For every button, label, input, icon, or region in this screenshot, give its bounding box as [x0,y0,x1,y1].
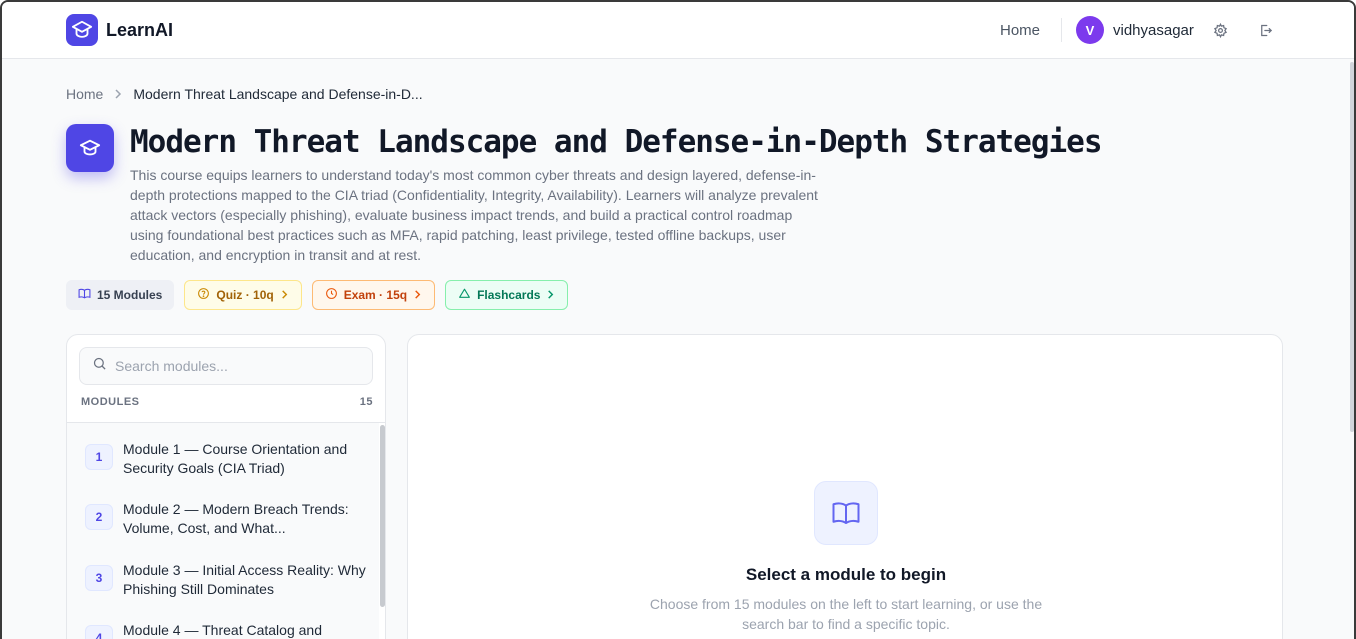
quiz-label: Quiz · 10q [216,288,274,302]
page-scrollbar[interactable] [1350,62,1354,432]
module-title: Module 4 — Threat Catalog and [123,622,322,638]
breadcrumb-home[interactable]: Home [66,86,103,102]
breadcrumb: Home Modern Threat Landscape and Defense… [66,86,423,102]
chevron-right-icon [280,288,289,302]
nav-divider [1061,18,1062,42]
book-icon [78,287,91,303]
avatar[interactable]: V [1076,16,1104,44]
module-number-badge: 3 [85,565,113,591]
module-number-badge: 1 [85,444,113,470]
modules-count-label: 15 Modules [97,288,163,302]
module-number-badge: 4 [85,625,113,639]
exam-button[interactable]: Exam · 15q [311,280,436,310]
modules-list: 1 Module 1 — Course Orientation and Secu… [67,423,379,639]
flashcards-label: Flashcards [477,288,541,302]
empty-state-text: Choose from 15 modules on the left to st… [649,596,1043,632]
triangle-icon [458,287,471,303]
breadcrumb-current: Modern Threat Landscape and Defense-in-D… [133,86,423,102]
quiz-button[interactable]: Quiz · 10q [184,280,302,310]
settings-icon[interactable] [1209,19,1231,41]
logout-icon[interactable] [1254,19,1276,41]
app-name[interactable]: LearnAI [106,20,173,41]
modules-header: MODULES 15 [81,396,373,408]
module-title: Module 3 — Initial Access Reality: Why P… [123,562,366,597]
modules-header-count: 15 [359,396,373,408]
chevron-right-icon [113,86,123,102]
list-item[interactable]: 2 Module 2 — Modern Breach Trends: Volum… [67,483,379,543]
search-input[interactable] [115,358,355,374]
module-title: Module 2 — Modern Breach Trends: Volume,… [123,501,349,536]
list-item[interactable]: 4 Module 4 — Threat Catalog and [67,604,379,639]
clock-icon [325,287,338,303]
nav-home-link[interactable]: Home [1000,22,1040,39]
app-window: LearnAI Home V vidhyasagar Home Modern T… [0,0,1356,639]
exam-label: Exam · 15q [343,288,408,302]
module-title: Module 1 — Course Orientation and Securi… [123,441,348,476]
chevron-right-icon [413,288,422,302]
module-content-panel: Select a module to begin Choose from 15 … [407,334,1283,639]
logo-icon[interactable] [66,14,98,46]
help-circle-icon [197,287,210,303]
top-navbar: LearnAI Home V vidhyasagar [2,2,1354,59]
search-icon [92,356,107,376]
module-number-badge: 2 [85,504,113,530]
list-item[interactable]: 1 Module 1 — Course Orientation and Secu… [67,423,379,483]
chevron-right-icon [546,288,555,302]
page-title: Modern Threat Landscape and Defense-in-D… [130,124,1102,160]
modules-header-label: MODULES [81,396,140,408]
empty-state-title: Select a module to begin [745,565,947,584]
course-icon [66,124,114,172]
modules-count-badge: 15 Modules [66,280,175,310]
course-description: This course equips learners to understan… [130,167,818,263]
list-item[interactable]: 3 Module 3 — Initial Access Reality: Why… [67,544,379,604]
flashcards-button[interactable]: Flashcards [445,280,569,310]
scrollbar-thumb[interactable] [380,425,385,607]
course-chips: 15 Modules Quiz · 10q Exam · 15q Flashca… [66,280,569,310]
search-box[interactable] [79,347,373,385]
open-book-icon [814,481,878,545]
username[interactable]: vidhyasagar [1113,22,1194,39]
modules-sidebar: MODULES 15 1 Module 1 — Course Orientati… [66,334,386,639]
